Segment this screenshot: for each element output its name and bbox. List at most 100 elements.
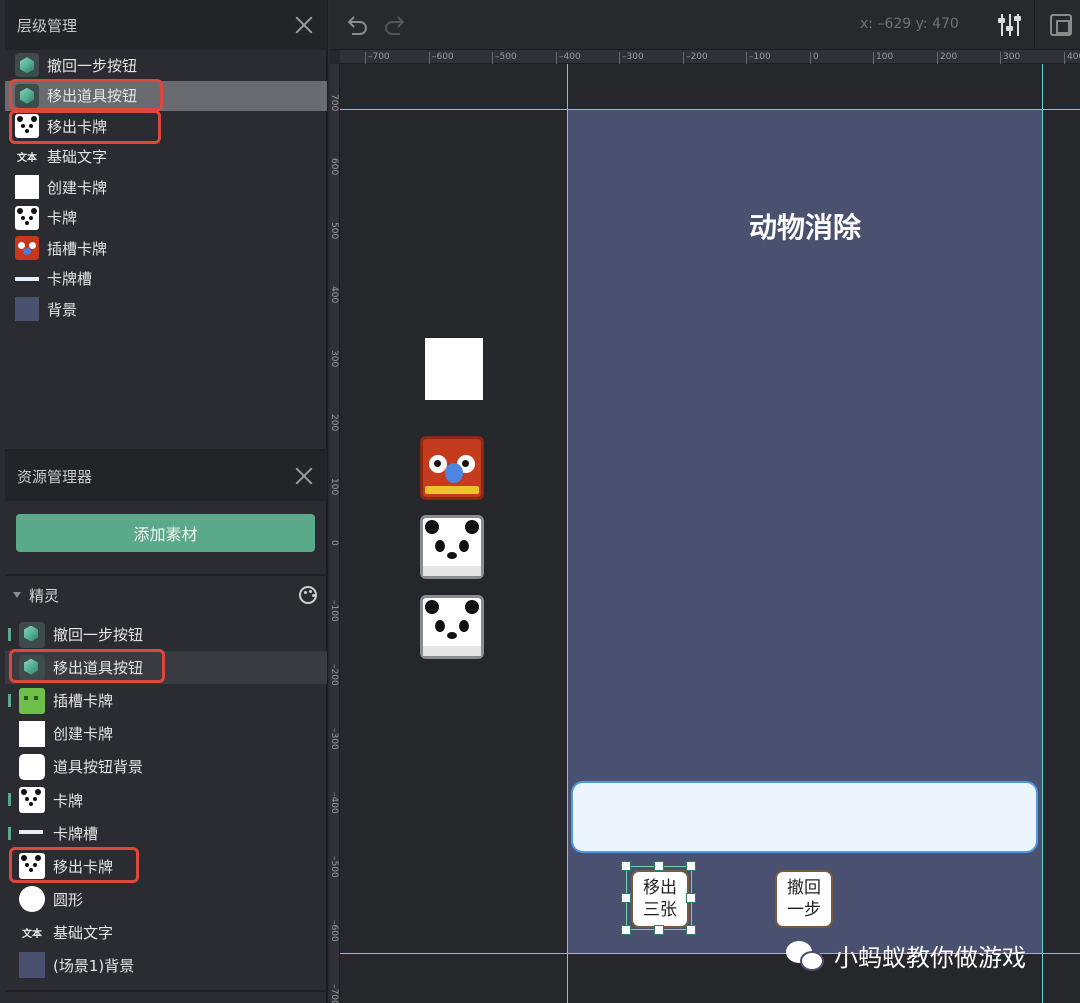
add-asset-button[interactable]: 添加素材 bbox=[16, 514, 315, 552]
body bbox=[423, 646, 481, 656]
redo-icon[interactable] bbox=[382, 13, 408, 37]
layer-item-card[interactable]: 卡牌 bbox=[5, 203, 327, 234]
body bbox=[423, 566, 481, 576]
nose bbox=[447, 632, 457, 639]
asset-item-circle[interactable]: 圆形 bbox=[5, 883, 327, 916]
asset-marker bbox=[8, 793, 11, 807]
layer-item-create-card[interactable]: 创建卡牌 bbox=[5, 172, 327, 203]
slot-bar-icon bbox=[15, 267, 39, 291]
layer-item-background[interactable]: 背景 bbox=[5, 294, 327, 325]
white-square-icon bbox=[19, 720, 45, 747]
layer-item-undo-button[interactable]: 撤回一步按钮 bbox=[5, 50, 327, 81]
undo-icon[interactable] bbox=[344, 13, 370, 37]
resize-handle[interactable] bbox=[621, 925, 631, 935]
text-icon: 文本 bbox=[17, 153, 37, 165]
card-sprite[interactable] bbox=[420, 515, 484, 579]
selection-box bbox=[626, 866, 692, 930]
asset-item-undo-button[interactable]: 撤回一步按钮 bbox=[5, 618, 327, 651]
asset-item-create-card[interactable]: 创建卡牌 bbox=[5, 717, 327, 750]
asset-item-scene-background[interactable]: (场景1)背景 bbox=[5, 949, 327, 982]
asset-item-card-slot[interactable]: 卡牌槽 bbox=[5, 817, 327, 850]
highlight-box bbox=[9, 649, 165, 683]
background-icon bbox=[19, 952, 45, 979]
close-icon[interactable] bbox=[293, 465, 315, 487]
resize-handle[interactable] bbox=[686, 861, 696, 871]
beak bbox=[445, 463, 463, 483]
text-icon: 文本 bbox=[22, 928, 42, 940]
assets-panel-title: 资源管理器 bbox=[17, 467, 93, 486]
green-monster-icon bbox=[19, 687, 45, 714]
asset-item-label: 基础文字 bbox=[53, 923, 114, 942]
layer-item-label: 插槽卡牌 bbox=[47, 239, 108, 258]
resize-handle[interactable] bbox=[621, 861, 631, 871]
assets-panel-header: 资源管理器 bbox=[5, 451, 327, 501]
fit-view-icon[interactable] bbox=[1050, 14, 1072, 36]
resize-handle[interactable] bbox=[686, 893, 696, 903]
rounded-square-icon bbox=[19, 753, 45, 780]
ruler-tick: –700 bbox=[365, 52, 390, 64]
card-slot-bar[interactable] bbox=[571, 781, 1038, 853]
eye bbox=[459, 620, 469, 632]
layer-item-card-slot[interactable]: 卡牌槽 bbox=[5, 264, 327, 295]
parrot-icon bbox=[15, 236, 39, 261]
layer-item-label: 背景 bbox=[47, 300, 78, 319]
layer-item-label: 卡牌槽 bbox=[47, 270, 93, 289]
nose bbox=[447, 552, 457, 559]
sprite-section-header[interactable]: 精灵 bbox=[5, 580, 327, 610]
toolbar-separator bbox=[1034, 0, 1035, 50]
undo-step-button[interactable]: 撤回 一步 bbox=[775, 870, 833, 928]
ruler-tick: –600 bbox=[429, 52, 454, 64]
remove-card-sprite[interactable] bbox=[420, 595, 484, 659]
asset-item-card[interactable]: 卡牌 bbox=[5, 783, 327, 816]
asset-item-label: 道具按钮背景 bbox=[53, 758, 144, 777]
game-title[interactable]: 动物消除 bbox=[568, 206, 1042, 246]
chin bbox=[425, 486, 479, 494]
asset-item-label: 卡牌槽 bbox=[53, 824, 99, 843]
asset-item-tool-button-bg[interactable]: 道具按钮背景 bbox=[5, 750, 327, 783]
guide-line bbox=[340, 109, 1080, 110]
ruler-horizontal: –700 –600 –500 –400 –300 –200 –100 0 100… bbox=[340, 50, 1080, 64]
panda-icon bbox=[15, 205, 39, 230]
resize-handle[interactable] bbox=[686, 925, 696, 935]
ruler-tick: –300 bbox=[619, 52, 644, 64]
cube-icon bbox=[19, 621, 45, 648]
asset-item-label: 插槽卡牌 bbox=[53, 692, 114, 711]
create-card-sprite[interactable] bbox=[425, 338, 483, 400]
sprite-section-label: 精灵 bbox=[29, 586, 60, 605]
asset-item-basic-text[interactable]: 文本 基础文字 bbox=[5, 916, 327, 949]
editor-toolbar: x: –629 y: 470 bbox=[330, 0, 1080, 50]
panel-divider bbox=[5, 990, 327, 992]
panel-divider bbox=[5, 574, 327, 576]
ruler-tick: –200 bbox=[683, 52, 708, 64]
guide-line bbox=[1042, 64, 1043, 1003]
panda-icon bbox=[19, 787, 45, 814]
ruler-tick: –100 bbox=[746, 52, 771, 64]
layer-item-slot-card[interactable]: 插槽卡牌 bbox=[5, 233, 327, 264]
asset-item-label: 撤回一步按钮 bbox=[53, 626, 144, 645]
resize-handle[interactable] bbox=[621, 893, 631, 903]
cube-icon bbox=[15, 53, 39, 78]
white-square-icon bbox=[15, 175, 39, 200]
slot-card-sprite[interactable] bbox=[420, 436, 484, 500]
palette-icon[interactable] bbox=[299, 586, 317, 604]
background-icon bbox=[15, 297, 39, 322]
layer-item-label: 基础文字 bbox=[47, 148, 108, 167]
eye bbox=[435, 620, 445, 632]
resize-handle[interactable] bbox=[654, 861, 664, 871]
settings-sliders-icon[interactable] bbox=[998, 12, 1022, 38]
close-icon[interactable] bbox=[293, 14, 315, 36]
ear bbox=[465, 600, 479, 614]
eye bbox=[435, 540, 445, 552]
layer-item-label: 撤回一步按钮 bbox=[47, 56, 138, 75]
ear bbox=[425, 600, 439, 614]
circle-icon bbox=[19, 886, 45, 913]
layer-item-basic-text[interactable]: 文本 基础文字 bbox=[5, 142, 327, 173]
resize-handle[interactable] bbox=[654, 925, 664, 935]
asset-marker bbox=[8, 826, 11, 840]
chevron-down-icon bbox=[13, 592, 21, 598]
layer-item-label: 创建卡牌 bbox=[47, 178, 108, 197]
highlight-box bbox=[9, 79, 163, 111]
eye bbox=[459, 540, 469, 552]
asset-item-slot-card[interactable]: 插槽卡牌 bbox=[5, 684, 327, 717]
highlight-box bbox=[9, 847, 139, 883]
